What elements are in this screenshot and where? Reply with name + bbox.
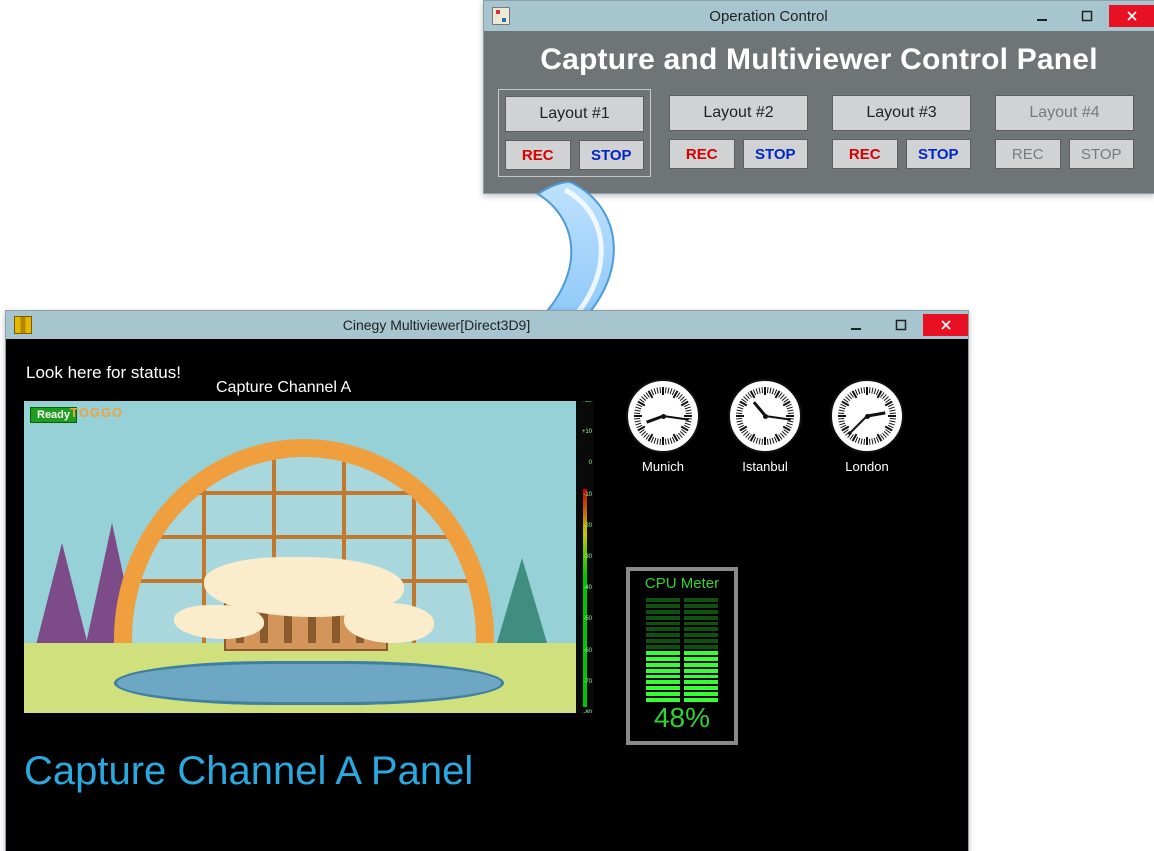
- close-button[interactable]: [923, 314, 968, 336]
- cpu-bars: [645, 598, 719, 702]
- rec-button-2[interactable]: REC: [669, 139, 735, 169]
- operation-control-window: Operation Control Capture and Multiviewe…: [483, 0, 1154, 194]
- video-preview[interactable]: Ready TOGGO +20+100-10-20-30-40-50-60-70…: [24, 401, 594, 713]
- clock-face-icon: [830, 379, 904, 453]
- multiviewer-window: Cinegy Multiviewer[Direct3D9] Look here …: [5, 310, 969, 851]
- world-clocks: Munich Istanbul London: [626, 379, 904, 474]
- layout-group-2: Layout #2 REC STOP: [663, 89, 814, 177]
- panel-caption: Capture Channel A Panel: [24, 749, 473, 794]
- op-heading: Capture and Multiviewer Control Panel: [498, 43, 1140, 77]
- layout-row: Layout #1RECSTOPLayout #2RECSTOPLayout #…: [498, 89, 1140, 177]
- audio-meter: +20+100-10-20-30-40-50-60-70-80: [576, 401, 594, 713]
- minimize-button[interactable]: [833, 314, 878, 336]
- rec-button-4[interactable]: REC: [995, 139, 1061, 169]
- layout-group-3: Layout #3 REC STOP: [826, 89, 977, 177]
- stop-button-2[interactable]: STOP: [743, 139, 809, 169]
- cpu-bar: [684, 598, 718, 702]
- cpu-percent: 48%: [630, 704, 734, 732]
- mv-window-buttons: [833, 314, 968, 336]
- close-button[interactable]: [1109, 5, 1154, 27]
- video-scene: [24, 401, 594, 713]
- minimize-button[interactable]: [1019, 5, 1064, 27]
- clock-munich: Munich: [626, 379, 700, 474]
- clock-istanbul: Istanbul: [728, 379, 802, 474]
- rec-button-1[interactable]: REC: [505, 140, 571, 170]
- clock-label: Istanbul: [728, 459, 802, 474]
- cpu-bar: [646, 598, 680, 702]
- mv-body: Look here for status! Capture Channel A: [6, 339, 968, 851]
- layout-button-1[interactable]: Layout #1: [505, 96, 644, 132]
- op-titlebar[interactable]: Operation Control: [484, 1, 1154, 31]
- channel-title: Capture Channel A: [216, 379, 351, 397]
- layout-group-1: Layout #1 REC STOP: [498, 89, 651, 177]
- app-icon: [14, 316, 32, 334]
- op-window-title: Operation Control: [518, 8, 1019, 25]
- rec-button-3[interactable]: REC: [832, 139, 898, 169]
- layout-group-4: Layout #4 REC STOP: [989, 89, 1140, 177]
- stop-button-1[interactable]: STOP: [579, 140, 645, 170]
- op-body: Capture and Multiviewer Control Panel La…: [484, 31, 1154, 193]
- layout-button-4[interactable]: Layout #4: [995, 95, 1134, 131]
- channel-logo: TOGGO: [70, 405, 123, 420]
- maximize-button[interactable]: [878, 314, 923, 336]
- stop-button-4[interactable]: STOP: [1069, 139, 1135, 169]
- clock-label: London: [830, 459, 904, 474]
- clock-face-icon: [728, 379, 802, 453]
- mv-window-title: Cinegy Multiviewer[Direct3D9]: [40, 317, 833, 333]
- maximize-button[interactable]: [1064, 5, 1109, 27]
- mv-titlebar[interactable]: Cinegy Multiviewer[Direct3D9]: [6, 311, 968, 339]
- clock-face-icon: [626, 379, 700, 453]
- clock-london: London: [830, 379, 904, 474]
- layout-button-3[interactable]: Layout #3: [832, 95, 971, 131]
- cpu-meter: CPU Meter 48%: [626, 567, 738, 745]
- layout-button-2[interactable]: Layout #2: [669, 95, 808, 131]
- stop-button-3[interactable]: STOP: [906, 139, 972, 169]
- app-icon: [492, 7, 510, 25]
- op-window-buttons: [1019, 5, 1154, 27]
- cpu-meter-title: CPU Meter: [630, 575, 734, 592]
- clock-label: Munich: [626, 459, 700, 474]
